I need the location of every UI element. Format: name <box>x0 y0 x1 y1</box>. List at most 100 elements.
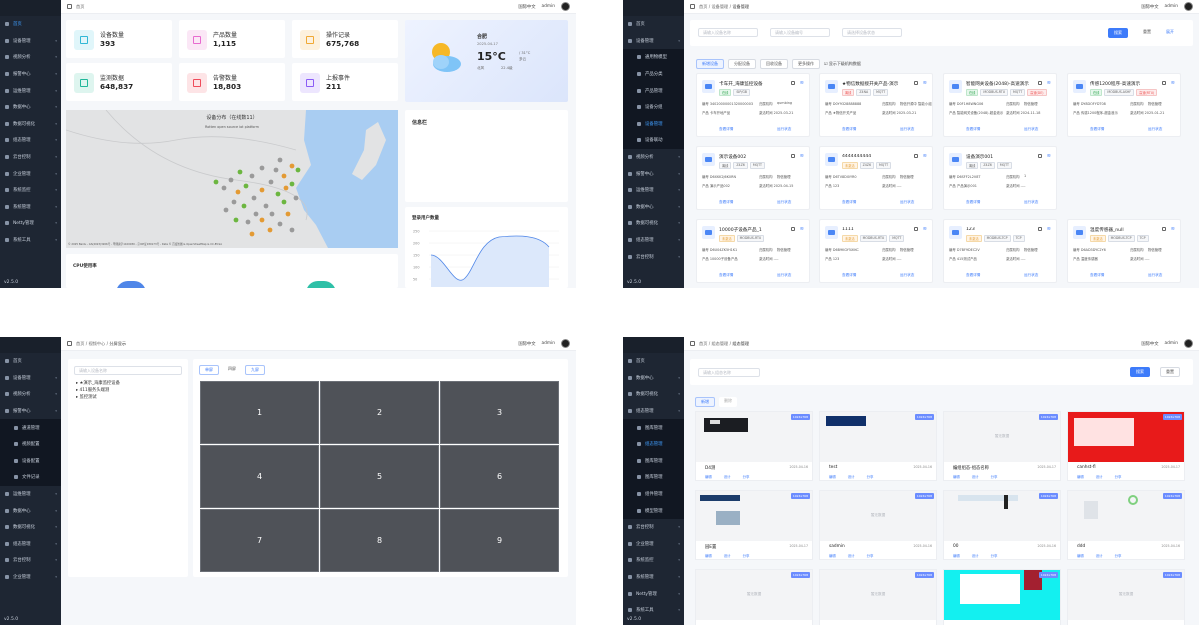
scada-card[interactable]: 1024x768 <box>943 569 1061 625</box>
device-marker[interactable] <box>277 221 283 227</box>
qrcode-icon[interactable] <box>914 227 918 231</box>
device-status-select[interactable]: 请选择设备状态 <box>842 28 902 37</box>
qrcode-icon[interactable] <box>1162 81 1166 85</box>
run-status-link[interactable]: 运行状态 <box>1024 127 1038 132</box>
device-marker[interactable] <box>275 191 281 197</box>
device-marker[interactable] <box>259 165 265 171</box>
user-name[interactable]: admin <box>1165 4 1178 9</box>
sidebar-item[interactable]: 组态管理 <box>623 435 684 453</box>
nine-view-button[interactable]: 九屏 <box>245 365 265 375</box>
language-switch[interactable]: 国际中文 <box>1141 4 1158 10</box>
device-marker[interactable] <box>295 167 301 173</box>
device-marker[interactable] <box>251 195 257 201</box>
sidebar-item[interactable]: 系统监控 ▾ <box>623 552 684 569</box>
qrcode-icon[interactable] <box>791 81 795 85</box>
device-card[interactable]: 123 未激活 MODBUS-TCP TCP ≋ 编号 D7BF9DEC2V 归属机构 物信管… <box>943 219 1057 283</box>
menu-toggle-icon[interactable] <box>67 341 72 346</box>
device-marker[interactable] <box>281 173 287 179</box>
device-marker[interactable] <box>223 207 229 213</box>
device-card[interactable]: 温度传感器_null 未激活 MODBUS-TCP TCP ≋ 编号 D6AD3DYC2Y… <box>1067 219 1181 283</box>
video-cell[interactable]: 5 <box>320 445 439 508</box>
device-card[interactable]: 10000子设备产品_1 未激活 MODBUS-RTU ≋ 编号 D6U04ZK5H1K… <box>696 219 810 283</box>
device-marker[interactable] <box>267 227 273 233</box>
reset-button[interactable]: 重置 <box>1160 367 1180 377</box>
sidebar-item[interactable]: 数据可视化 ▾ <box>0 519 61 536</box>
device-marker[interactable] <box>243 183 249 189</box>
view-detail-link[interactable]: 查看详情 <box>966 127 980 132</box>
sidebar-item[interactable]: 数据可视化 ▾ <box>623 386 684 403</box>
device-marker[interactable] <box>235 189 241 195</box>
sidebar-item[interactable]: 产品分类 <box>623 65 684 83</box>
sidebar-item[interactable]: 视频分析 ▾ <box>0 49 61 66</box>
device-marker[interactable] <box>221 185 227 191</box>
sidebar-item[interactable]: 视频分析 ▾ <box>0 386 61 403</box>
sidebar-item[interactable]: 设备分组 <box>623 98 684 116</box>
sidebar-item[interactable]: 设备配置 <box>0 452 61 470</box>
sidebar-item[interactable]: 企业管理 ▾ <box>0 165 61 182</box>
sidebar-item[interactable]: 云台控制 ▾ <box>0 149 61 166</box>
device-card[interactable]: 智能网关设备(2048)-高速演示 在线 MODBUS-RTU MQTT 高速(DE) ≋… <box>943 73 1057 137</box>
user-name[interactable]: admin <box>1165 341 1178 346</box>
device-marker[interactable] <box>277 157 283 163</box>
expand-link[interactable]: 展开 <box>1166 29 1174 35</box>
sidebar-item[interactable]: 设备管理 ▾ <box>0 33 61 50</box>
sidebar-item[interactable]: 组态管理 ▾ <box>623 403 684 420</box>
sidebar-item[interactable]: 企业管理 ▾ <box>0 569 61 586</box>
device-marker[interactable] <box>245 219 251 225</box>
view-detail-link[interactable]: 查看详情 <box>842 273 856 278</box>
run-status-link[interactable]: 运行状态 <box>777 200 791 205</box>
run-status-link[interactable]: 运行状态 <box>900 127 914 132</box>
tree-node[interactable]: ▸ 监控测试 <box>76 394 120 401</box>
search-button[interactable]: 搜索 <box>1130 367 1150 377</box>
menu-toggle-icon[interactable] <box>690 341 695 346</box>
delete-button[interactable]: 删除 <box>719 397 737 407</box>
scada-action-link[interactable]: 分享 <box>991 474 998 479</box>
sidebar-item[interactable]: 设备联动 <box>623 132 684 149</box>
quad-view-button[interactable]: 四屏 <box>223 365 241 375</box>
scada-card[interactable]: 暂无数据 1024x768 <box>819 569 937 625</box>
sidebar-item[interactable]: 系统工具 ▾ <box>623 602 684 619</box>
sidebar-item[interactable]: 通道管理 <box>0 419 61 436</box>
sidebar-item[interactable]: 首页 <box>623 353 684 370</box>
sidebar-item[interactable]: 组态管理 ▾ <box>623 232 684 249</box>
scada-action-link[interactable]: 设计 <box>972 474 979 479</box>
tree-node[interactable]: ▸ ★演示_海康监控设备 <box>76 380 120 387</box>
scada-card[interactable]: 1024x768 D4测 2025-04-16 编辑 设计 分享 <box>695 411 813 481</box>
tree-search-input[interactable]: 请输入设备名称 <box>74 366 182 375</box>
run-status-link[interactable]: 运行状态 <box>1148 127 1162 132</box>
device-marker[interactable] <box>233 217 239 223</box>
scada-action-link[interactable]: 分享 <box>1115 474 1122 479</box>
sidebar-item[interactable]: 报警中心 ▾ <box>0 403 61 420</box>
language-switch[interactable]: 国际中文 <box>1141 341 1158 347</box>
run-status-link[interactable]: 运行状态 <box>1024 200 1038 205</box>
scada-name-input[interactable]: 请输入组态名称 <box>698 368 760 377</box>
qrcode-icon[interactable] <box>791 227 795 231</box>
view-detail-link[interactable]: 查看详情 <box>719 200 733 205</box>
sidebar-item[interactable]: 组态管理 ▾ <box>0 132 61 149</box>
sidebar-item[interactable]: 数据中心 ▾ <box>0 502 61 519</box>
sidebar-item[interactable]: 组件管理 <box>623 485 684 503</box>
video-cell[interactable]: 3 <box>440 381 559 444</box>
scada-card[interactable]: 1024x768 ddd 2025-04-16 编辑 设计 分享 <box>1067 490 1185 560</box>
sidebar-item[interactable]: 系统管理 ▾ <box>0 199 61 216</box>
sidebar-item[interactable]: 首页 <box>623 16 684 33</box>
qrcode-icon[interactable] <box>914 154 918 158</box>
device-card[interactable]: 4444444444 未激活 Z4Z6 MQTT ≋ 编号 D6TV8DI0YR0 归属机构… <box>819 146 933 210</box>
scada-card[interactable]: 暂无数据 1024x768 <box>695 569 813 625</box>
user-name[interactable]: admin <box>542 4 555 9</box>
scada-card[interactable]: 1024x768 园E置 2025-04-17 编辑 设计 分享 <box>695 490 813 560</box>
view-detail-link[interactable]: 查看详情 <box>1090 127 1104 132</box>
add-device-button[interactable]: 新增设备 <box>696 59 724 69</box>
device-marker[interactable] <box>249 173 255 179</box>
run-status-link[interactable]: 运行状态 <box>1024 273 1038 278</box>
scada-action-link[interactable]: 编辑 <box>705 553 712 558</box>
view-detail-link[interactable]: 查看详情 <box>842 127 856 132</box>
scada-action-link[interactable]: 分享 <box>991 553 998 558</box>
qrcode-icon[interactable] <box>1038 227 1042 231</box>
avatar[interactable] <box>1184 2 1193 11</box>
run-status-link[interactable]: 运行状态 <box>900 200 914 205</box>
device-marker[interactable] <box>249 231 255 237</box>
reset-button[interactable]: 重置 <box>1138 28 1156 36</box>
device-marker[interactable] <box>259 217 265 223</box>
language-switch[interactable]: 国际中文 <box>518 341 535 347</box>
